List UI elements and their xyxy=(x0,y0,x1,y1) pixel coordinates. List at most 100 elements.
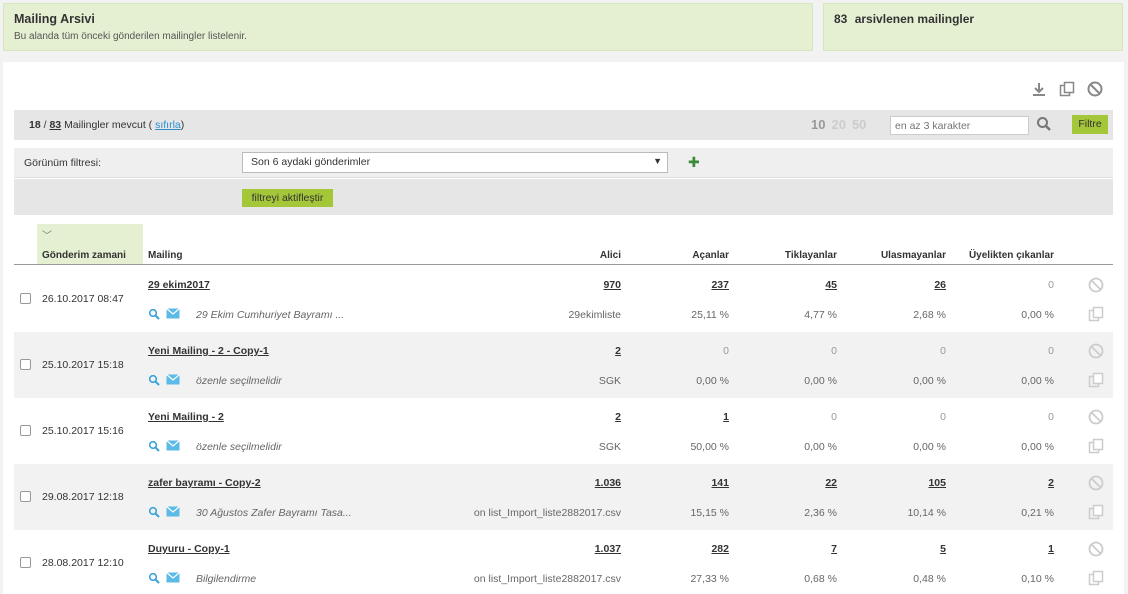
preview-search-icon[interactable] xyxy=(148,440,160,455)
clicks-percent: 0,00 % xyxy=(804,441,837,453)
clicks-count: 0 xyxy=(831,411,837,423)
page-size-50[interactable]: 50 xyxy=(852,117,866,132)
bounces-percent: 0,00 % xyxy=(913,441,946,453)
recipient-list-name: 29ekimliste xyxy=(568,309,621,321)
block-icon[interactable] xyxy=(1086,80,1104,98)
mailing-name-link[interactable]: zafer bayramı - Copy-2 xyxy=(148,477,261,489)
bounces-percent: 2,68 % xyxy=(913,309,946,321)
opens-count[interactable]: 1 xyxy=(723,411,729,423)
clicks-percent: 0,68 % xyxy=(804,573,837,585)
copy-icon[interactable] xyxy=(1058,80,1076,98)
clicks-count: 0 xyxy=(831,345,837,357)
count-close: ) xyxy=(180,119,185,131)
page-size-20[interactable]: 20 xyxy=(831,117,845,132)
mailing-name-link[interactable]: Yeni Mailing - 2 xyxy=(148,411,224,423)
total-count[interactable]: 83 xyxy=(49,119,61,131)
row-block-icon[interactable] xyxy=(1088,409,1104,425)
clicks-percent: 4,77 % xyxy=(804,309,837,321)
row-date: 26.10.2017 08:47 xyxy=(42,293,124,305)
page-subtitle: Bu alanda tüm önceki gönderilen mailingl… xyxy=(14,31,247,42)
recipients-count[interactable]: 2 xyxy=(615,345,621,357)
row-block-icon[interactable] xyxy=(1088,277,1104,293)
col-clicks[interactable]: Tiklayanlar xyxy=(785,250,837,261)
table-row: 26.10.2017 08:47 29 ekim2017 29 Ekim Cumh… xyxy=(14,266,1113,332)
preview-search-icon[interactable] xyxy=(148,572,160,587)
table-row: 25.10.2017 15:18 Yeni Mailing - 2 - Copy-… xyxy=(14,332,1113,398)
row-copy-icon[interactable] xyxy=(1088,504,1104,520)
preview-search-icon[interactable] xyxy=(148,506,160,521)
preview-search-icon[interactable] xyxy=(148,308,160,323)
row-checkbox[interactable] xyxy=(20,293,31,304)
recipients-count[interactable]: 1.037 xyxy=(595,543,621,555)
col-bounces[interactable]: Ulasmayanlar xyxy=(881,250,946,261)
filter-button[interactable]: Filtre xyxy=(1072,115,1108,134)
bounces-count[interactable]: 105 xyxy=(928,477,946,489)
recipients-count[interactable]: 970 xyxy=(603,279,621,291)
view-filter-row: Görünüm filtresi: Son 6 aydaki gönderiml… xyxy=(14,148,1113,178)
clicks-count[interactable]: 22 xyxy=(825,477,837,489)
recipients-count[interactable]: 1.036 xyxy=(595,477,621,489)
opens-count[interactable]: 282 xyxy=(711,543,729,555)
row-copy-icon[interactable] xyxy=(1088,306,1104,322)
envelope-icon[interactable] xyxy=(166,440,180,455)
row-checkbox[interactable] xyxy=(20,359,31,370)
row-subicons xyxy=(148,374,180,389)
opens-count[interactable]: 237 xyxy=(711,279,729,291)
preview-search-icon[interactable] xyxy=(148,374,160,389)
col-date[interactable]: Gönderim zamani xyxy=(42,250,126,261)
bounces-percent: 0,00 % xyxy=(913,375,946,387)
col-mailing[interactable]: Mailing xyxy=(148,250,182,261)
col-opens[interactable]: Açanlar xyxy=(692,250,729,261)
recipient-list: on list_Import_liste2882017.csv xyxy=(461,507,621,519)
view-filter-select[interactable]: Son 6 aydaki gönderimler ▼ xyxy=(242,152,668,173)
row-block-icon[interactable] xyxy=(1088,541,1104,557)
clicks-count[interactable]: 7 xyxy=(831,543,837,555)
mailing-name-link[interactable]: Yeni Mailing - 2 - Copy-1 xyxy=(148,345,269,357)
archive-count-label: arsivlenen mailingler xyxy=(854,12,975,26)
download-icon[interactable] xyxy=(1030,80,1048,98)
mailing-name-link[interactable]: 29 ekim2017 xyxy=(148,279,210,291)
row-block-icon[interactable] xyxy=(1088,475,1104,491)
row-copy-icon[interactable] xyxy=(1088,570,1104,586)
recipient-list-name: SGK xyxy=(598,375,621,387)
dropdown-arrow-icon: ▼ xyxy=(653,156,662,166)
envelope-icon[interactable] xyxy=(166,374,180,389)
opens-count[interactable]: 141 xyxy=(711,477,729,489)
col-recipients[interactable]: Alici xyxy=(600,250,621,261)
row-subicons xyxy=(148,572,180,587)
row-checkbox[interactable] xyxy=(20,425,31,436)
search-icon[interactable] xyxy=(1036,116,1052,132)
unsubs-count[interactable]: 1 xyxy=(1048,543,1054,555)
row-checkbox[interactable] xyxy=(20,491,31,502)
row-subicons xyxy=(148,308,180,323)
page-header: Mailing Arsivi Bu alanda tüm önceki gönd… xyxy=(3,3,813,51)
row-copy-icon[interactable] xyxy=(1088,372,1104,388)
add-filter-icon[interactable]: ✚ xyxy=(688,154,700,171)
recipient-list: SGK xyxy=(461,441,621,453)
recipient-list-name: SGK xyxy=(598,441,621,453)
row-date: 29.08.2017 12:18 xyxy=(42,491,124,503)
bounces-count: 0 xyxy=(940,345,946,357)
col-unsubs[interactable]: Üyelikten çıkanlar xyxy=(969,250,1054,261)
page-size-10[interactable]: 10 xyxy=(811,117,825,132)
recipients-count[interactable]: 2 xyxy=(615,411,621,423)
envelope-icon[interactable] xyxy=(166,572,180,587)
row-block-icon[interactable] xyxy=(1088,343,1104,359)
reset-link[interactable]: sıfırla xyxy=(155,119,181,131)
mailing-subject: 30 Ağustos Zafer Bayramı Tasa... xyxy=(196,507,352,519)
envelope-icon[interactable] xyxy=(166,308,180,323)
row-copy-icon[interactable] xyxy=(1088,438,1104,454)
mailing-panel: 18 / 83 Mailingler mevcut ( sıfırla) 10 … xyxy=(3,62,1124,594)
mailing-subject: özenle seçilmelidir xyxy=(196,375,282,387)
row-checkbox[interactable] xyxy=(20,557,31,568)
activate-filter-button[interactable]: filtreyi aktifleştir xyxy=(242,189,333,207)
bounces-count[interactable]: 26 xyxy=(934,279,946,291)
search-input[interactable] xyxy=(890,116,1029,135)
bounces-count[interactable]: 5 xyxy=(940,543,946,555)
mailing-name-link[interactable]: Duyuru - Copy-1 xyxy=(148,543,230,555)
sort-chevron-icon[interactable]: ﹀ xyxy=(42,227,52,242)
clicks-count[interactable]: 45 xyxy=(825,279,837,291)
unsubs-count[interactable]: 2 xyxy=(1048,477,1054,489)
opens-percent: 15,15 % xyxy=(690,507,729,519)
envelope-icon[interactable] xyxy=(166,506,180,521)
